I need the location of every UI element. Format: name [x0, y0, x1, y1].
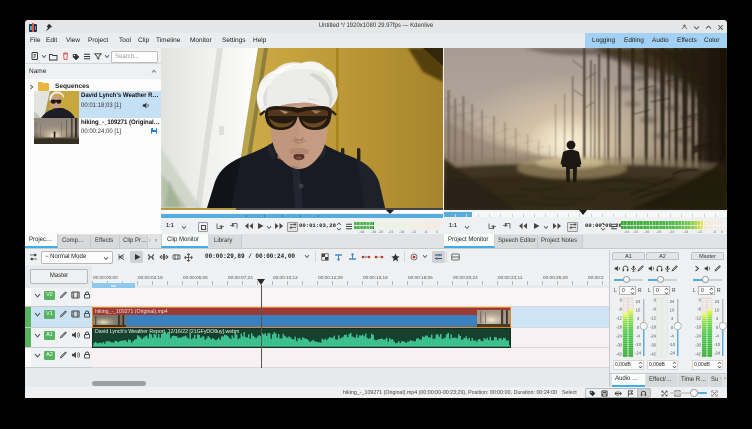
svg-text:0: 0 — [716, 325, 719, 330]
svg-text:-24: -24 — [695, 334, 702, 339]
svg-text:-24: -24 — [616, 334, 623, 339]
svg-text:-4: -4 — [670, 333, 674, 338]
svg-text:4: 4 — [671, 316, 674, 321]
svg-text:24: 24 — [670, 299, 675, 304]
svg-text:-12: -12 — [695, 316, 702, 321]
svg-text:-42: -42 — [616, 352, 623, 357]
svg-text:-18: -18 — [650, 325, 657, 330]
svg-text:-30: -30 — [650, 343, 657, 348]
svg-text:-10: -10 — [635, 342, 642, 347]
svg-text:4: 4 — [716, 316, 719, 321]
svg-text:24: 24 — [636, 299, 641, 304]
svg-text:24: 24 — [715, 299, 720, 304]
svg-text:-12: -12 — [616, 316, 623, 321]
svg-text:-10: -10 — [714, 342, 721, 347]
svg-text:-6: -6 — [618, 307, 622, 312]
svg-text:-18: -18 — [695, 325, 702, 330]
svg-text:-24: -24 — [714, 351, 721, 356]
svg-text:-6: -6 — [697, 307, 701, 312]
svg-text:-4: -4 — [636, 333, 640, 338]
svg-text:-24: -24 — [650, 334, 657, 339]
svg-text:-42: -42 — [695, 352, 702, 357]
svg-text:-42: -42 — [650, 352, 657, 357]
svg-text:-4: -4 — [715, 333, 719, 338]
svg-text:0: 0 — [654, 298, 657, 303]
svg-text:10: 10 — [636, 308, 641, 313]
svg-text:0: 0 — [637, 325, 640, 330]
svg-text:-12: -12 — [650, 316, 657, 321]
svg-text:0: 0 — [620, 298, 623, 303]
svg-text:-30: -30 — [616, 343, 623, 348]
svg-text:4: 4 — [637, 316, 640, 321]
svg-text:-24: -24 — [635, 351, 642, 356]
svg-text:0: 0 — [671, 325, 674, 330]
svg-text:-10: -10 — [669, 342, 676, 347]
svg-text:10: 10 — [670, 308, 675, 313]
svg-text:-6: -6 — [652, 307, 656, 312]
svg-text:-30: -30 — [695, 343, 702, 348]
svg-text:-24: -24 — [669, 351, 676, 356]
svg-text:-18: -18 — [616, 325, 623, 330]
svg-text:0: 0 — [699, 298, 702, 303]
svg-text:10: 10 — [715, 308, 720, 313]
